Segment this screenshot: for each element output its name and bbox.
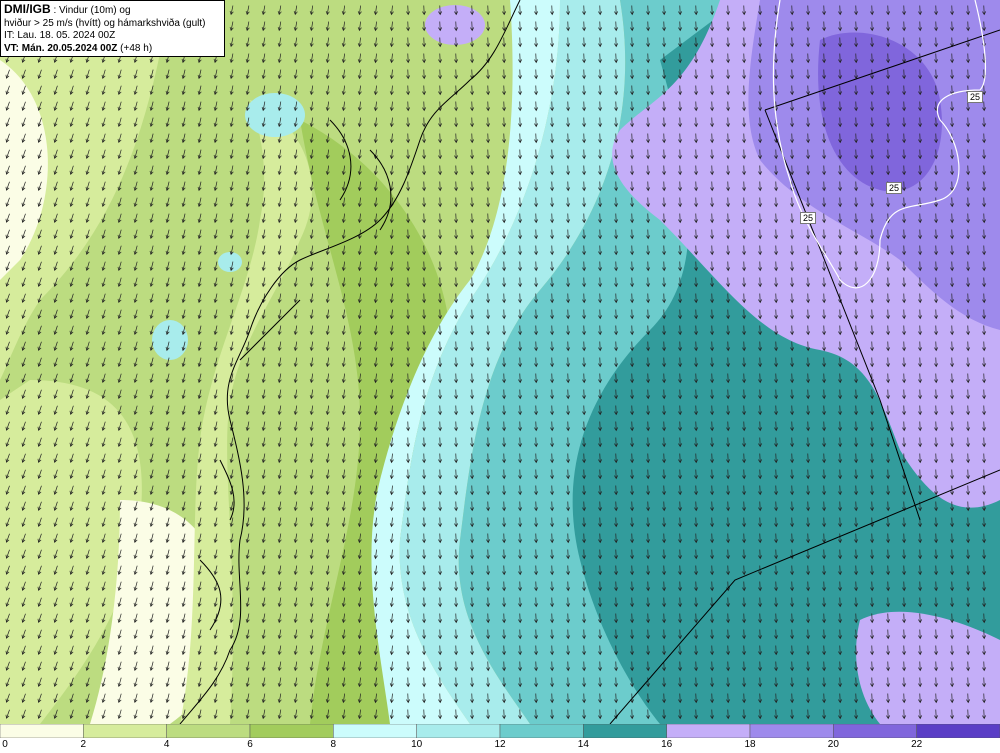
colorbar-swatch xyxy=(0,724,84,738)
wind-field-svg xyxy=(0,0,1000,724)
colorbar-swatch xyxy=(833,724,917,738)
colorbar-tick-label: 20 xyxy=(827,739,839,750)
pocket-4 xyxy=(425,5,485,45)
title-line1: : Vindur (10m) og xyxy=(53,5,131,16)
colorbar-tick-label: 0 xyxy=(2,739,8,750)
colorbar-tick-label: 12 xyxy=(494,739,506,750)
colorbar-swatch xyxy=(916,724,1000,738)
colorbar: 0 2 4 6 8 10 12 14 16 18 20 22 xyxy=(0,724,1000,753)
colorbar-swatch xyxy=(499,724,584,738)
colorbar-swatches xyxy=(0,724,1000,738)
colorbar-swatch xyxy=(666,724,751,738)
colorbar-swatch xyxy=(83,724,167,738)
pocket-3 xyxy=(218,252,242,272)
colorbar-swatch xyxy=(333,724,417,738)
pocket-1 xyxy=(245,93,305,137)
pocket-2 xyxy=(152,320,188,360)
colorbar-tick-label: 4 xyxy=(163,739,170,750)
wind-speed-bands xyxy=(0,0,1000,724)
colorbar-swatch xyxy=(749,724,834,738)
title-box: DMI/IGB : Vindur (10m) og hviður > 25 m/… xyxy=(0,0,225,57)
colorbar-tick-label: 8 xyxy=(330,739,337,750)
colorbar-tick-label: 14 xyxy=(577,739,589,750)
colorbar-tick-label: 22 xyxy=(911,739,923,750)
contour-label-3: 25 xyxy=(799,212,817,224)
colorbar-swatch xyxy=(249,724,334,738)
colorbar-swatch xyxy=(583,724,667,738)
title-line2: hviður > 25 m/s (hvítt) og hámarkshviða … xyxy=(4,17,206,29)
colorbar-tick-label: 16 xyxy=(661,739,673,750)
contour-label-2: 25 xyxy=(885,182,903,194)
colorbar-swatch xyxy=(166,724,251,738)
forecast-hour: (+48 h) xyxy=(117,42,153,54)
colorbar-swatch xyxy=(416,724,501,738)
colorbar-tick-label: 10 xyxy=(411,739,423,750)
colorbar-tick-label: 2 xyxy=(80,739,87,750)
valid-time: VT: Mán. 20.05.2024 00Z xyxy=(4,42,118,54)
brand-label: DMI/IGB xyxy=(4,2,51,16)
colorbar-tick-label: 6 xyxy=(247,739,253,750)
contour-label-1: 25 xyxy=(966,91,984,103)
init-time: IT: Lau. 18. 05. 2024 00Z xyxy=(4,30,116,41)
wind-map: 25 25 25 DMI/IGB : Vindur (10m) og hviðu… xyxy=(0,0,1000,724)
colorbar-tick-label: 18 xyxy=(744,739,756,750)
